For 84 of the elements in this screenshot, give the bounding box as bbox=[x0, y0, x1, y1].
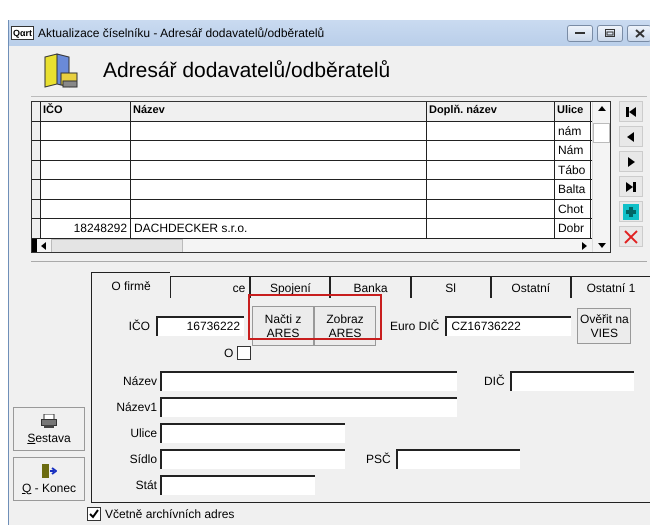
table-cell: DACHDECKER s.r.o. bbox=[131, 219, 427, 238]
door-icon bbox=[41, 464, 57, 478]
tab[interactable]: Banka bbox=[330, 276, 411, 298]
field-label: Stát bbox=[134, 478, 157, 492]
row-selector[interactable] bbox=[32, 122, 41, 140]
report-button[interactable]: Sestava bbox=[13, 407, 85, 451]
maximize-button[interactable] bbox=[597, 24, 623, 42]
row-selector[interactable] bbox=[32, 180, 41, 198]
row-selector[interactable] bbox=[32, 141, 41, 160]
table-cell: Chot bbox=[555, 200, 591, 218]
field-label: Ulice bbox=[129, 426, 157, 440]
checkbox[interactable] bbox=[87, 507, 101, 521]
dic-field[interactable] bbox=[510, 371, 634, 391]
row-selector[interactable] bbox=[32, 102, 41, 120]
row-selector[interactable] bbox=[32, 219, 41, 238]
tab[interactable]: Sl bbox=[410, 276, 491, 298]
next-button[interactable] bbox=[619, 151, 643, 172]
text-field[interactable] bbox=[160, 449, 345, 469]
checkbox[interactable] bbox=[237, 346, 252, 360]
field-label: IČO bbox=[128, 319, 150, 333]
scroll-thumb[interactable] bbox=[51, 238, 183, 252]
checkbox-label: Včetně archívních adres bbox=[105, 507, 234, 521]
previous-icon bbox=[625, 130, 637, 142]
page-heading: Adresář dodavatelů/odběratelů bbox=[103, 59, 390, 83]
last-record-button[interactable] bbox=[619, 176, 643, 197]
first-record-button[interactable] bbox=[619, 101, 643, 122]
text-field[interactable] bbox=[160, 475, 315, 495]
psc-field[interactable] bbox=[396, 449, 520, 469]
close-icon bbox=[634, 28, 644, 38]
left-arrow-icon bbox=[41, 242, 47, 250]
cross-icon bbox=[624, 230, 638, 244]
add-button[interactable] bbox=[619, 201, 643, 222]
down-arrow-icon bbox=[598, 243, 606, 248]
text-field[interactable] bbox=[160, 423, 345, 443]
column-header[interactable]: Ulice bbox=[555, 102, 591, 120]
table-cell: Nám bbox=[555, 141, 591, 160]
row-selector[interactable] bbox=[32, 160, 41, 179]
close-button[interactable] bbox=[627, 24, 650, 42]
first-icon bbox=[625, 106, 637, 118]
text-field[interactable] bbox=[160, 397, 457, 417]
tab[interactable]: Spojení bbox=[250, 276, 330, 298]
tab[interactable]: Ostatní 1 bbox=[570, 276, 650, 298]
column-header[interactable]: Název bbox=[131, 102, 427, 120]
minimize-button[interactable] bbox=[567, 24, 593, 42]
table-cell: Dobr bbox=[555, 219, 591, 238]
show-ares-button[interactable]: Zobraz ARES bbox=[314, 306, 376, 346]
euro-dic-field[interactable]: CZ16736222 bbox=[445, 316, 572, 336]
field-label: Název bbox=[122, 374, 157, 388]
scroll-thumb[interactable] bbox=[593, 123, 610, 143]
previous-button[interactable] bbox=[619, 126, 643, 147]
table-cell: 18248292 bbox=[41, 219, 131, 238]
row-selector[interactable] bbox=[32, 200, 41, 218]
tab[interactable]: O firmě bbox=[91, 272, 170, 298]
ico-field[interactable]: 16736222 bbox=[156, 316, 244, 336]
right-arrow-icon bbox=[582, 242, 588, 250]
field-label: Sídlo bbox=[128, 452, 157, 466]
tab[interactable]: ce bbox=[170, 276, 250, 298]
maximize-icon bbox=[605, 29, 615, 37]
column-header[interactable]: Doplň. název bbox=[427, 102, 555, 120]
window-title: Aktualizace číselníku - Adresář dodavatelů/odběratelů bbox=[38, 26, 326, 40]
field-label: DIČ bbox=[484, 374, 505, 388]
printer-icon bbox=[41, 414, 57, 428]
vertical-scrollbar[interactable] bbox=[592, 102, 610, 252]
app-icon: Qαrt bbox=[11, 26, 34, 40]
horizontal-scrollbar[interactable] bbox=[32, 238, 592, 252]
verify-vies-button[interactable]: Ověřit na VIES bbox=[577, 308, 632, 344]
up-arrow-icon bbox=[598, 106, 606, 111]
delete-button[interactable] bbox=[619, 226, 643, 247]
tab[interactable]: Ostatní bbox=[490, 276, 571, 298]
last-icon bbox=[625, 180, 637, 192]
column-header[interactable]: IČO bbox=[41, 102, 131, 120]
field-label: O bbox=[224, 346, 234, 360]
field-label: Euro DIČ bbox=[390, 319, 440, 333]
field-label: PSČ bbox=[366, 452, 391, 466]
next-icon bbox=[625, 156, 637, 168]
table-cell: nám bbox=[555, 122, 591, 140]
table-cell: Tábo bbox=[555, 160, 591, 179]
exit-button[interactable]: Q - Konec bbox=[13, 457, 85, 501]
load-ares-button[interactable]: Načti z ARES bbox=[252, 306, 314, 346]
plus-icon bbox=[623, 204, 639, 220]
minimize-icon bbox=[575, 31, 585, 35]
field-label: Název1 bbox=[115, 400, 157, 414]
text-field[interactable] bbox=[160, 371, 457, 391]
table-cell: Balta bbox=[555, 180, 591, 198]
